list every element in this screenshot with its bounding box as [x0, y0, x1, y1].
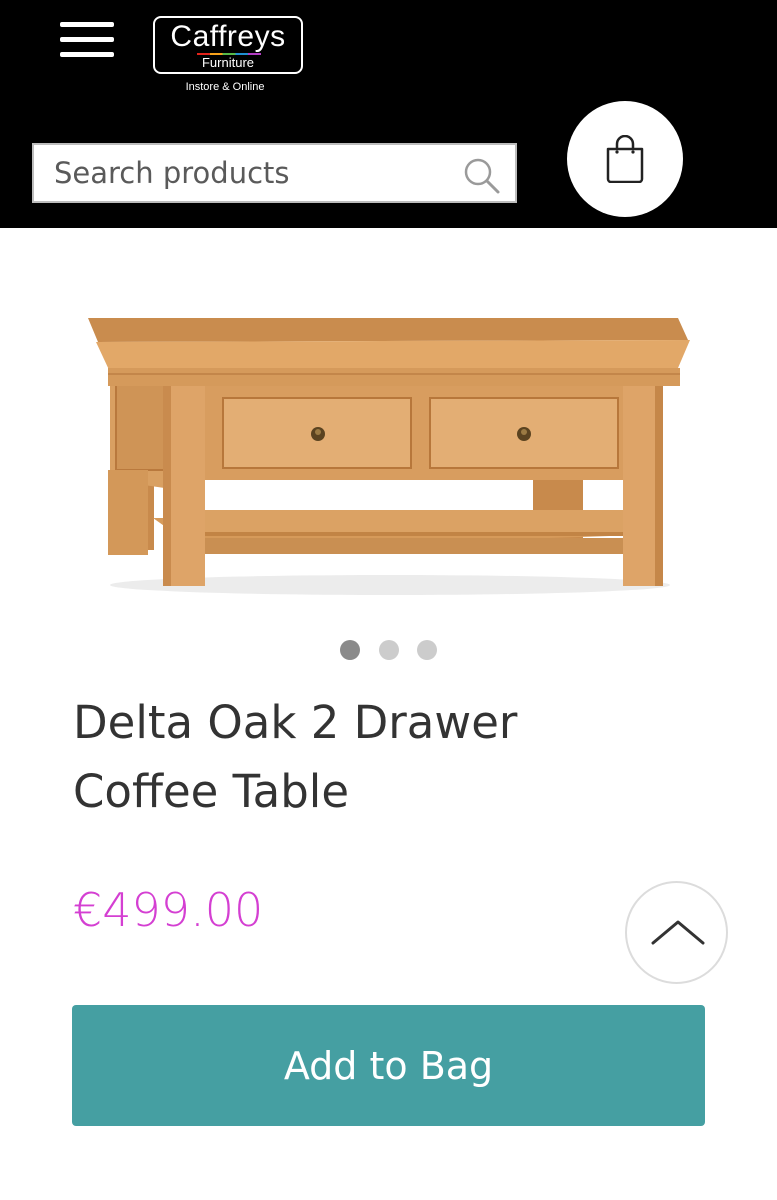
- carousel-dot[interactable]: [340, 640, 360, 660]
- scroll-to-top-button[interactable]: [625, 881, 728, 984]
- product-price: €499.00: [73, 883, 264, 937]
- site-logo[interactable]: Caffreys Furniture: [153, 16, 303, 74]
- menu-bar: [60, 52, 114, 57]
- search-input[interactable]: [34, 145, 454, 201]
- shopping-bag-icon: [606, 135, 644, 183]
- menu-bar: [60, 22, 114, 27]
- carousel-dot[interactable]: [417, 640, 437, 660]
- add-to-bag-button[interactable]: Add to Bag: [72, 1005, 705, 1126]
- search-bar: [32, 143, 517, 203]
- image-carousel-dots: [338, 640, 438, 660]
- logo-tagline: Instore & Online: [185, 81, 265, 93]
- product-title: Delta Oak 2 Drawer Coffee Table: [73, 696, 518, 818]
- hamburger-menu-icon[interactable]: [60, 20, 116, 60]
- shopping-bag-button[interactable]: [567, 101, 683, 217]
- chevron-up-icon: [651, 920, 705, 945]
- logo-subtitle: Furniture: [201, 55, 255, 70]
- search-icon[interactable]: [463, 157, 501, 195]
- logo-name: Caffreys: [170, 20, 286, 53]
- carousel-dot[interactable]: [379, 640, 399, 660]
- site-header: Caffreys Furniture Instore & Online: [0, 0, 777, 228]
- product-image[interactable]: [78, 280, 702, 610]
- menu-bar: [60, 37, 114, 42]
